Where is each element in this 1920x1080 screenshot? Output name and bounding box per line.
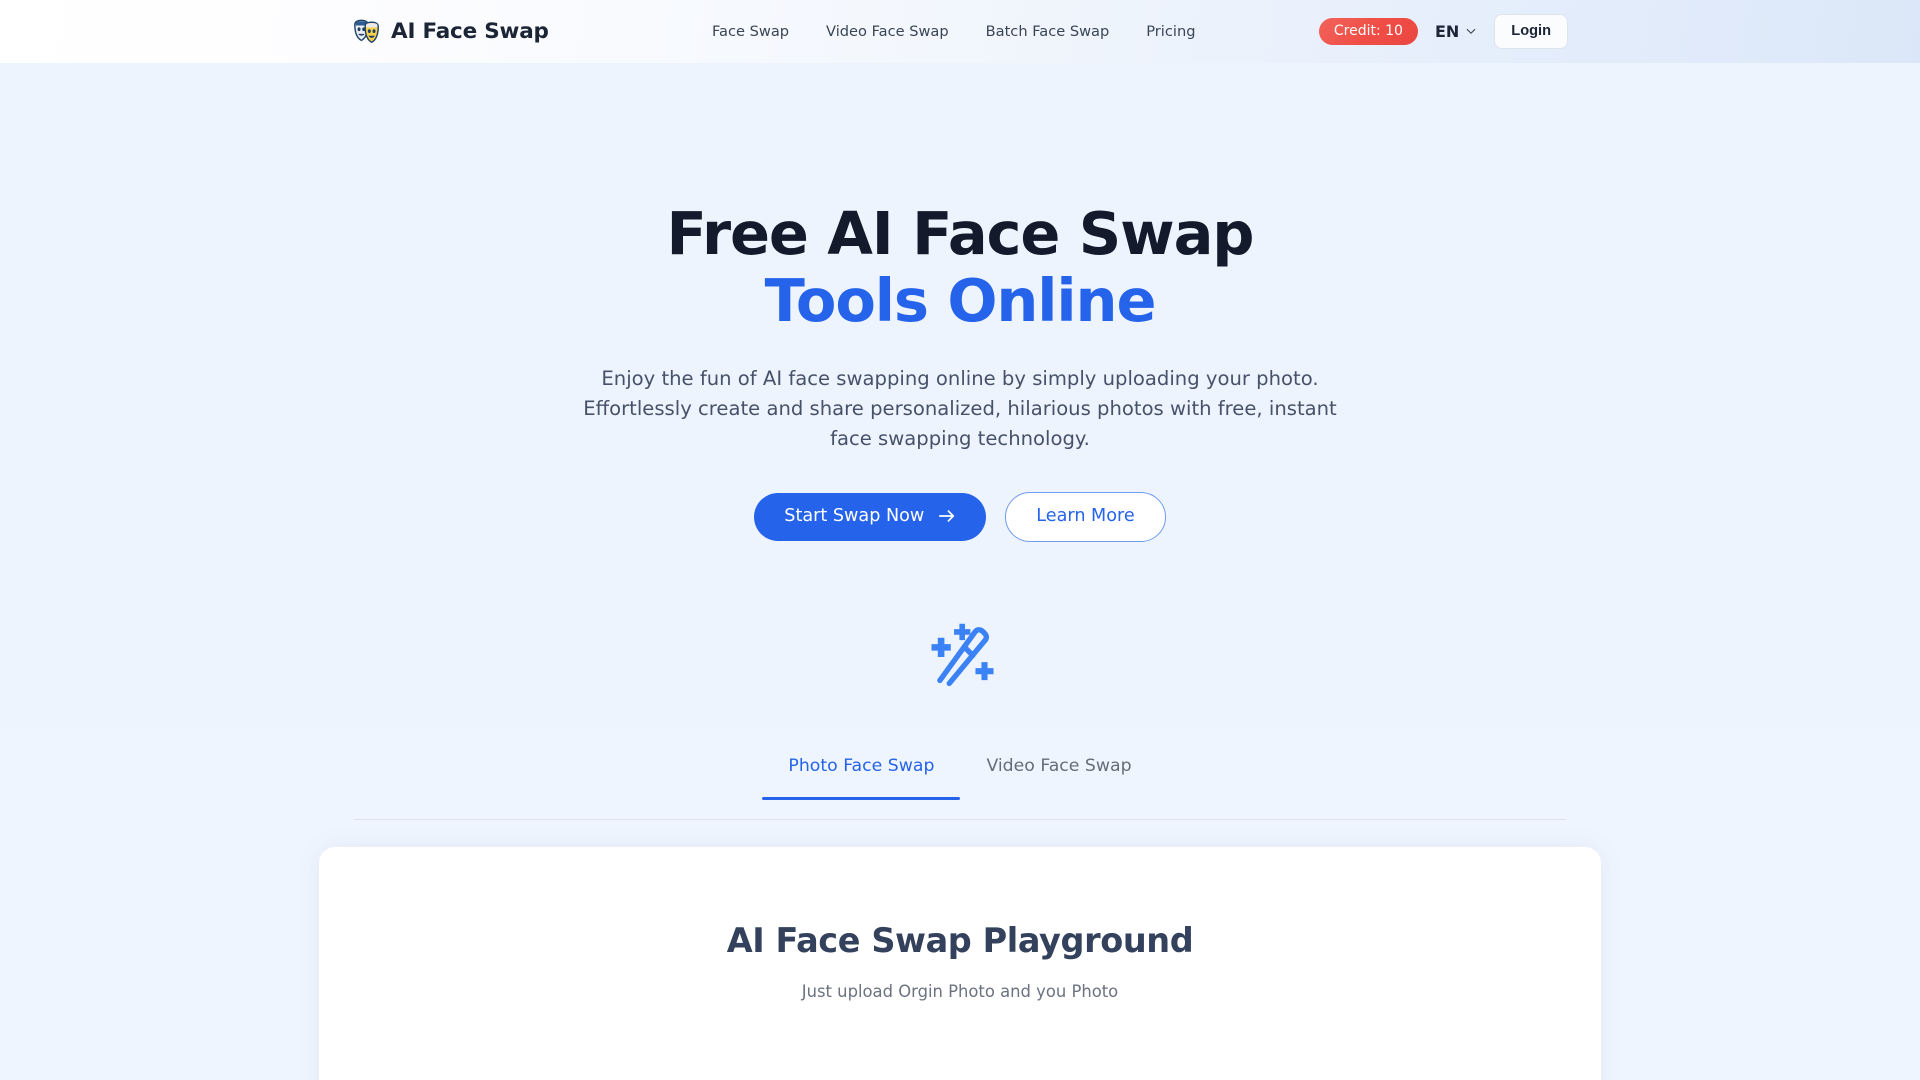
hero-title-line1: Free AI Face Swap — [666, 199, 1255, 268]
brand-logo[interactable]: AI Face Swap — [352, 17, 549, 47]
primary-nav: Face Swap Video Face Swap Batch Face Swa… — [712, 23, 1195, 40]
language-selector[interactable]: EN — [1435, 22, 1477, 41]
playground-title: AI Face Swap Playground — [726, 921, 1194, 960]
playground-subtitle: Just upload Orgin Photo and you Photo — [801, 982, 1119, 1001]
tab-photo-face-swap[interactable]: Photo Face Swap — [762, 728, 961, 800]
theatre-masks-icon — [352, 17, 382, 47]
hero-section: Free AI Face Swap Tools Online Enjoy the… — [0, 63, 1920, 728]
hero-subtitle: Enjoy the fun of AI face swapping online… — [583, 367, 1337, 450]
nav-link-batch-face-swap[interactable]: Batch Face Swap — [986, 23, 1110, 40]
nav-link-video-face-swap[interactable]: Video Face Swap — [826, 23, 949, 40]
credit-badge[interactable]: Credit: 10 — [1318, 17, 1418, 45]
learn-more-button[interactable]: Learn More — [1005, 491, 1166, 542]
mode-tabs: Photo Face Swap Video Face Swap — [354, 728, 1566, 820]
nav-link-face-swap[interactable]: Face Swap — [712, 23, 789, 40]
tab-video-face-swap[interactable]: Video Face Swap — [960, 728, 1157, 800]
hero-title-line2: Tools Online — [764, 265, 1157, 335]
playground-card: AI Face Swap Playground Just upload Orgi… — [319, 847, 1601, 1080]
arrow-right-icon — [938, 508, 956, 524]
playground-area: AI Face Swap Playground Just upload Orgi… — [0, 820, 1920, 1080]
login-button[interactable]: Login — [1494, 13, 1568, 50]
page-title: Free AI Face Swap Tools Online — [666, 199, 1255, 335]
start-swap-now-button[interactable]: Start Swap Now — [754, 492, 987, 541]
chevron-down-icon — [1465, 25, 1477, 37]
mode-tabs-section: Photo Face Swap Video Face Swap — [0, 728, 1920, 820]
site-header: AI Face Swap Face Swap Video Face Swap B… — [0, 0, 1920, 63]
page-root: AI Face Swap Face Swap Video Face Swap B… — [0, 0, 1920, 1080]
nav-link-pricing[interactable]: Pricing — [1146, 23, 1195, 40]
header-actions: Credit: 10 EN Login — [1318, 13, 1568, 50]
brand-name: AI Face Swap — [391, 19, 549, 44]
start-swap-now-label: Start Swap Now — [784, 505, 925, 526]
language-label: EN — [1434, 21, 1460, 41]
magic-wand-icon — [921, 614, 999, 692]
hero-cta-row: Start Swap Now Learn More — [754, 491, 1166, 542]
tabs-divider — [354, 819, 1566, 820]
